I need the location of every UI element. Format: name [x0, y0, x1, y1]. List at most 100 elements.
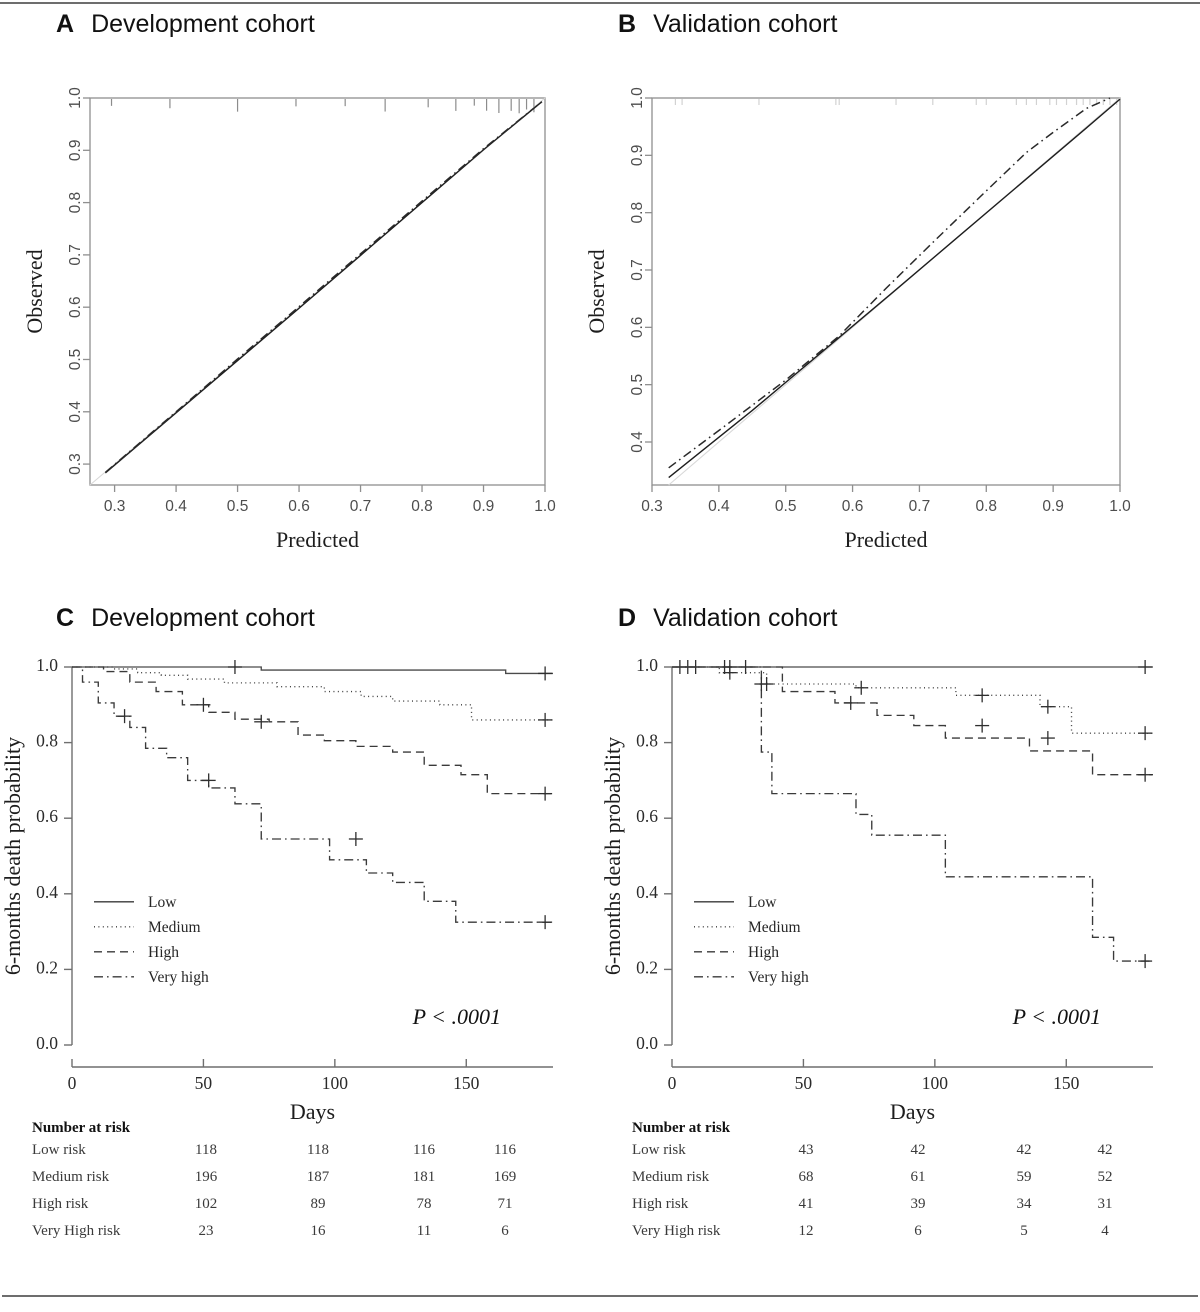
risk-row-value: 4: [1074, 1218, 1136, 1245]
risk-table-validation: Number at risk Low risk 43 42 42 42 Medium ri…: [632, 1120, 1136, 1245]
calibration-svg-B: 0.4 0.5 0.6 0.7 0.8 0.9 1.0 0.3 0.4 0.5 0.6 0.7 0.8 0…: [600, 60, 1200, 560]
y-tick-label: 0.8: [36, 731, 58, 751]
x-tick-label: 0.8: [976, 498, 998, 515]
risk-row-value: 16: [262, 1218, 374, 1245]
risk-table-c: Low risk 118 118 116 116 Medium risk 196 187 181…: [32, 1137, 536, 1245]
y-tick-label: 0.0: [36, 1033, 58, 1053]
y-tick-label: 0.5: [67, 349, 84, 371]
risk-row-value: 5: [974, 1218, 1074, 1245]
risk-row-value: 11: [374, 1218, 474, 1245]
figure-bottom-rule: [2, 1295, 1198, 1297]
x-tick-label: 0.3: [104, 498, 126, 515]
legend-label: Medium: [148, 919, 201, 936]
x-tick-label: 100: [922, 1073, 949, 1093]
x-tick-label: 1.0: [534, 498, 556, 515]
legend-label: High: [748, 944, 779, 961]
panel-c-header: C Development cohort: [56, 604, 315, 633]
y-tick-label: 1.0: [67, 87, 84, 109]
panel-c-letter: C: [56, 604, 74, 632]
risk-row-label: High risk: [32, 1191, 150, 1218]
risk-table-row: Medium risk 68 61 59 52: [632, 1164, 1136, 1191]
legend-label: Low: [748, 894, 777, 911]
y-tick-label: 1.0: [629, 87, 646, 109]
risk-row-value: 181: [374, 1164, 474, 1191]
risk-row-value: 43: [750, 1137, 862, 1164]
risk-row-value: 42: [862, 1137, 974, 1164]
y-tick-label: 1.0: [636, 655, 658, 675]
risk-row-value: 116: [474, 1137, 536, 1164]
risk-row-value: 116: [374, 1137, 474, 1164]
y-axis-label: 6-months death probability: [0, 737, 25, 975]
panel-b-header: B Validation cohort: [618, 10, 837, 39]
risk-row-label: Medium risk: [32, 1164, 150, 1191]
risk-row-value: 61: [862, 1164, 974, 1191]
x-tick-label: 0.5: [227, 498, 249, 515]
series-solid: [105, 102, 542, 473]
risk-row-value: 187: [262, 1164, 374, 1191]
x-tick-label: 0: [68, 1073, 77, 1093]
panel-b-title: Validation cohort: [653, 10, 837, 38]
risk-table-development: Number at risk Low risk 118 118 116 116 Mediu…: [32, 1120, 536, 1245]
y-tick-label: 0.9: [67, 140, 84, 162]
plot-frame: [652, 98, 1120, 485]
x-tick-label: 50: [195, 1073, 213, 1093]
x-tick-label: 150: [453, 1073, 480, 1093]
risk-row-value: 42: [1074, 1137, 1136, 1164]
y-tick-label: 0.7: [67, 244, 84, 266]
legend-label: High: [148, 944, 179, 961]
y-tick-label: 0.4: [36, 882, 58, 902]
y-tick-label: 0.6: [636, 806, 658, 826]
risk-table-d: Low risk 43 42 42 42 Medium risk 68 61 59 52 High …: [632, 1137, 1136, 1245]
y-tick-label: 0.2: [36, 957, 58, 977]
risk-table-title-d: Number at risk: [632, 1120, 1136, 1137]
risk-row-value: 39: [862, 1191, 974, 1218]
y-tick-label: 0.2: [636, 957, 658, 977]
x-axis-label: Predicted: [844, 527, 927, 552]
risk-row-value: 12: [750, 1218, 862, 1245]
risk-row-value: 169: [474, 1164, 536, 1191]
risk-table-row: Medium risk 196 187 181 169: [32, 1164, 536, 1191]
risk-row-value: 102: [150, 1191, 262, 1218]
panel-b-letter: B: [618, 10, 636, 38]
panel-d-letter: D: [618, 604, 636, 632]
risk-row-value: 118: [150, 1137, 262, 1164]
x-tick-label: 50: [795, 1073, 813, 1093]
km-series-low: [72, 667, 553, 673]
calibration-svg-A: 0.30.40.50.60.70.80.91.00.3 0.4 0.5 0.6 0.7 0…: [0, 60, 600, 560]
risk-row-value: 68: [750, 1164, 862, 1191]
x-tick-label: 0.4: [165, 498, 187, 515]
legend-label: Low: [148, 894, 177, 911]
legend-label: Very high: [148, 969, 209, 986]
panel-a-letter: A: [56, 10, 74, 38]
km-series-very-high: [72, 667, 553, 922]
calibration-plot-development: 0.3 0.4 0.5 0.6 0.7 0.8 0.9 1.0 0.3 0.4 0.5 0.6 0.7 0…: [0, 60, 600, 560]
x-axis-label: Predicted: [276, 527, 359, 552]
y-tick-label: 0.0: [636, 1033, 658, 1053]
risk-table-row: High risk 41 39 34 31: [632, 1191, 1136, 1218]
series-dashdot: [669, 98, 1110, 468]
panel-d-header: D Validation cohort: [618, 604, 837, 633]
risk-row-value: 41: [750, 1191, 862, 1218]
risk-row-value: 196: [150, 1164, 262, 1191]
panel-a-header: A Development cohort: [56, 10, 315, 39]
panel-c-title: Development cohort: [91, 604, 315, 632]
risk-row-value: 34: [974, 1191, 1074, 1218]
x-tick-label: 0.7: [350, 498, 372, 515]
x-tick-label: 0.8: [411, 498, 433, 515]
x-tick-label: 0: [668, 1073, 677, 1093]
y-axis-label: 6-months death probability: [600, 737, 625, 975]
km-series-very-high: [672, 667, 1153, 961]
y-tick-label: 0.3: [67, 453, 84, 475]
y-tick-label: 0.9: [629, 145, 646, 167]
y-tick-label: 1.0: [36, 655, 58, 675]
km-plot-development: 0.0 0.2 0.4 0.6 0.8 1.0 0 50 100 150 Low Medium High…: [0, 645, 600, 1105]
km-series-high: [672, 667, 1153, 775]
risk-row-value: 6: [862, 1218, 974, 1245]
x-tick-label: 0.5: [775, 498, 797, 515]
risk-row-value: 42: [974, 1137, 1074, 1164]
risk-table-title-c: Number at risk: [32, 1120, 536, 1137]
y-tick-label: 0.5: [629, 374, 646, 396]
y-tick-label: 0.4: [67, 401, 84, 423]
panel-d-title: Validation cohort: [653, 604, 837, 632]
risk-row-value: 118: [262, 1137, 374, 1164]
